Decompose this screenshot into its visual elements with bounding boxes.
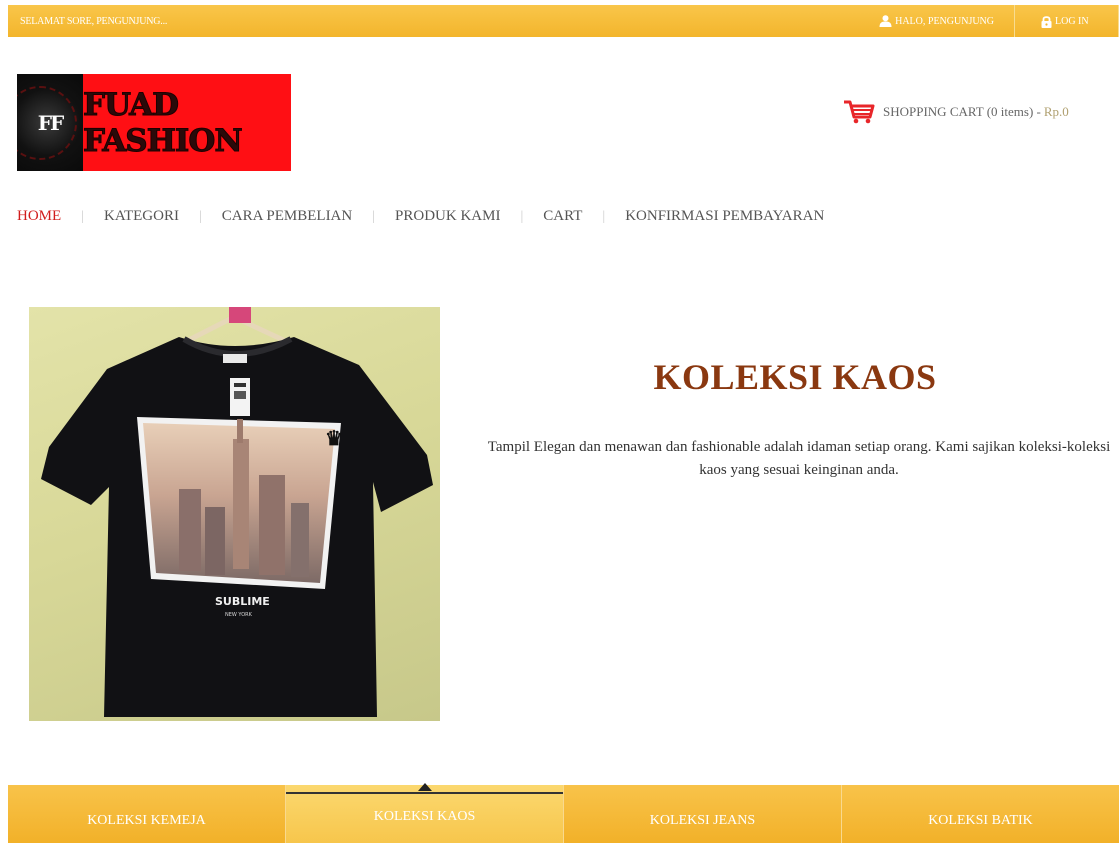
logo-monogram-panel: FF	[17, 74, 83, 171]
nav-item-konfirmasi-pembayaran[interactable]: KONFIRMASI PEMBAYARAN	[625, 208, 824, 225]
tab-koleksi-batik[interactable]: KOLEKSI BATIK	[842, 785, 1119, 843]
tab-label: KOLEKSI KEMEJA	[87, 813, 206, 828]
lock-icon	[1041, 15, 1052, 28]
hero-description: Tampil Elegan dan menawan dan fashionabl…	[487, 439, 1111, 478]
main-nav: HOME | KATEGORI | CARA PEMBELIAN | PRODU…	[17, 208, 824, 225]
site-logo[interactable]: FF FUAD FASHION	[17, 74, 291, 171]
logo-monogram: FF	[37, 110, 64, 135]
cart-summary: SHOPPING CART (0 items) -	[883, 104, 1041, 119]
greeting-text: SELAMAT SORE, PENGUNJUNG...	[20, 15, 168, 27]
nav-item-cara-pembelian[interactable]: CARA PEMBELIAN	[222, 208, 352, 225]
nav-divider: |	[198, 208, 202, 224]
active-tab-arrow-icon	[417, 783, 432, 791]
tab-label: KOLEKSI BATIK	[928, 813, 1033, 828]
user-greeting-link[interactable]: HALO, PENGUNJUNG	[865, 5, 1015, 37]
shirt-print-text: SUBLIME	[215, 595, 270, 608]
shopping-cart-icon	[844, 100, 875, 124]
top-bar: SELAMAT SORE, PENGUNJUNG... HALO, PENGUN…	[8, 5, 1119, 37]
nav-divider: |	[602, 208, 606, 224]
tab-label: KOLEKSI JEANS	[649, 813, 756, 828]
nav-divider: |	[372, 208, 376, 224]
nav-divider: |	[520, 208, 524, 224]
hero-title: KOLEKSI KAOS	[653, 357, 937, 397]
nav-item-home[interactable]: HOME	[17, 208, 61, 225]
user-icon	[879, 15, 892, 27]
login-label: LOG IN	[1055, 15, 1089, 27]
tab-koleksi-jeans[interactable]: KOLEKSI JEANS	[564, 785, 842, 843]
hero-product-image: ♛ SUBLIME NEW YORK	[29, 307, 440, 721]
nav-item-cart[interactable]: CART	[543, 208, 582, 225]
tab-koleksi-kemeja[interactable]: KOLEKSI KEMEJA	[8, 785, 286, 843]
tshirt-photo: ♛ SUBLIME NEW YORK	[41, 307, 433, 717]
collection-tabs: KOLEKSI KEMEJA KOLEKSI KAOS KOLEKSI JEAN…	[8, 783, 1119, 843]
nav-item-kategori[interactable]: KATEGORI	[104, 208, 179, 225]
nav-item-produk-kami[interactable]: PRODUK KAMI	[395, 208, 500, 225]
logo-wordmark: FUAD FASHION	[83, 86, 244, 159]
cart-amount: Rp.0	[1043, 104, 1069, 119]
user-greeting-label: HALO, PENGUNJUNG	[895, 15, 994, 27]
tab-label: KOLEKSI KAOS	[373, 809, 476, 824]
login-link[interactable]: LOG IN	[1015, 5, 1119, 37]
shopping-cart-link[interactable]: SHOPPING CART (0 items) - Rp.0	[843, 99, 1069, 125]
logo-wordmark-panel: FUAD FASHION	[83, 74, 291, 171]
shirt-print-subtext: NEW YORK	[225, 612, 253, 618]
svg-text:♛: ♛	[325, 426, 343, 450]
tab-koleksi-kaos[interactable]: KOLEKSI KAOS	[286, 783, 564, 843]
nav-divider: |	[81, 208, 84, 224]
